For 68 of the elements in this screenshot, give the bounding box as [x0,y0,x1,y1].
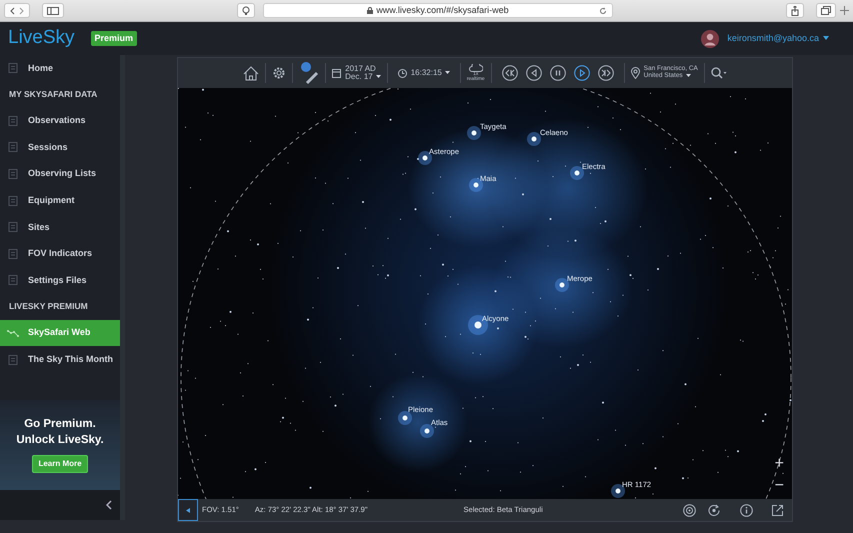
extension-button[interactable] [237,3,255,18]
sidebar-item[interactable]: FOV Indicators [0,240,120,268]
document-icon [7,354,19,365]
share-icon [791,6,799,16]
address-bar[interactable]: www.livesky.com/#/skysafari-web [263,3,613,18]
document-icon [7,63,19,74]
document-icon [7,169,19,180]
play-button[interactable] [574,65,590,81]
constellation-icon [7,328,19,338]
step-back-button[interactable] [526,65,542,81]
tabs-button[interactable] [816,3,836,18]
search-icon[interactable] [710,67,727,79]
lightbulb-icon [242,6,250,16]
document-icon [7,142,19,152]
info-icon[interactable] [740,504,753,516]
skip-back-button[interactable] [502,65,518,81]
zoom-in-button[interactable]: + [774,456,784,472]
caret-icon [823,36,829,40]
caret-icon [376,75,381,78]
reload-icon[interactable] [599,6,607,14]
settings-icon[interactable] [272,66,286,80]
pause-button[interactable] [550,65,566,81]
avatar-icon[interactable] [701,30,720,48]
sidebar-item[interactable]: Sites [0,214,120,241]
external-link-icon[interactable] [771,504,784,516]
sidebar-item[interactable]: Observing Lists [0,160,120,188]
promo-title: Go Premium. Unlock LiveSky. [16,417,104,448]
document-icon [7,275,19,286]
sidebar-item[interactable]: Observations [0,108,120,134]
sidebar-icon [47,6,59,14]
date-dropdown[interactable]: 2017 AD Dec. 17 [345,64,381,82]
cloud-icon[interactable] [468,64,483,72]
user-menu[interactable]: keironsmith@yahoo.ca [727,32,829,46]
sidebar-item[interactable]: Sessions [0,134,120,161]
sidebar-item[interactable]: Equipment [0,187,120,214]
sidebar-toggle-button[interactable] [42,3,64,18]
target-icon[interactable] [683,504,696,516]
sidebar-item[interactable]: Home [0,55,120,82]
lock-icon [367,7,374,14]
section-heading: MY SKYSAFARI DATA [8,88,98,102]
calendar-icon [332,68,342,78]
navigation-buttons[interactable] [4,3,30,18]
premium-badge: Premium [90,30,138,46]
document-icon [7,248,19,259]
document-icon [7,196,19,206]
time-dropdown[interactable]: 16:32:15 [410,67,450,79]
chevron-left-icon[interactable] [106,500,112,510]
tabs-icon [821,6,831,15]
caret-left-icon [186,508,190,512]
location-pin-icon [630,67,640,79]
rotate-icon[interactable] [708,504,722,516]
back-icon[interactable] [9,6,17,14]
sidebar-item[interactable]: The Sky This Month [0,346,120,373]
home-icon[interactable] [243,66,260,80]
app-logo[interactable]: LiveSky [8,24,75,53]
url-text: www.livesky.com/#/skysafari-web [376,4,509,17]
sidebar-item[interactable]: Settings Files [0,267,120,294]
section-heading: LIVESKY PREMIUM [8,300,89,314]
new-tab-icon[interactable] [840,6,849,15]
zoom-out-button[interactable]: − [774,478,784,494]
caret-icon [686,74,691,77]
skip-forward-button[interactable] [598,65,614,81]
share-button[interactable] [786,3,804,18]
clock-icon [398,68,407,78]
caret-icon [444,71,450,74]
document-icon [7,116,19,126]
collapse-button[interactable] [178,499,198,521]
document-icon [7,222,19,232]
